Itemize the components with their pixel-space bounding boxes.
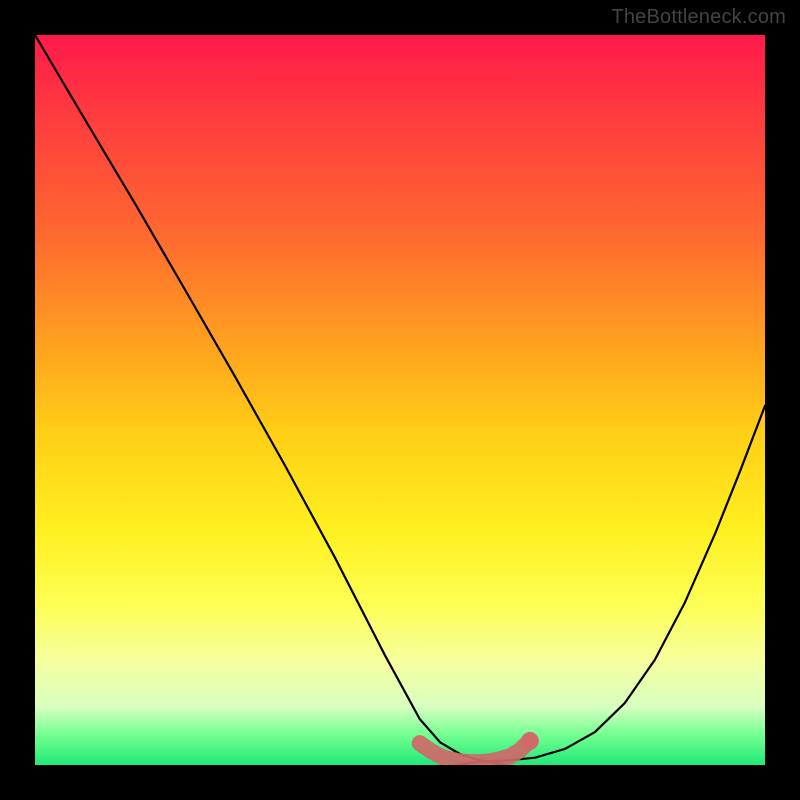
valley-marker-band	[420, 741, 530, 762]
chart-svg	[35, 35, 765, 765]
right-branch-curve	[455, 406, 765, 765]
valley-marker-endpoint	[521, 732, 539, 750]
left-branch-curve	[35, 35, 505, 765]
chart-plot-area	[35, 35, 765, 765]
watermark-text: TheBottleneck.com	[611, 6, 786, 29]
chart-frame: TheBottleneck.com	[0, 0, 800, 800]
